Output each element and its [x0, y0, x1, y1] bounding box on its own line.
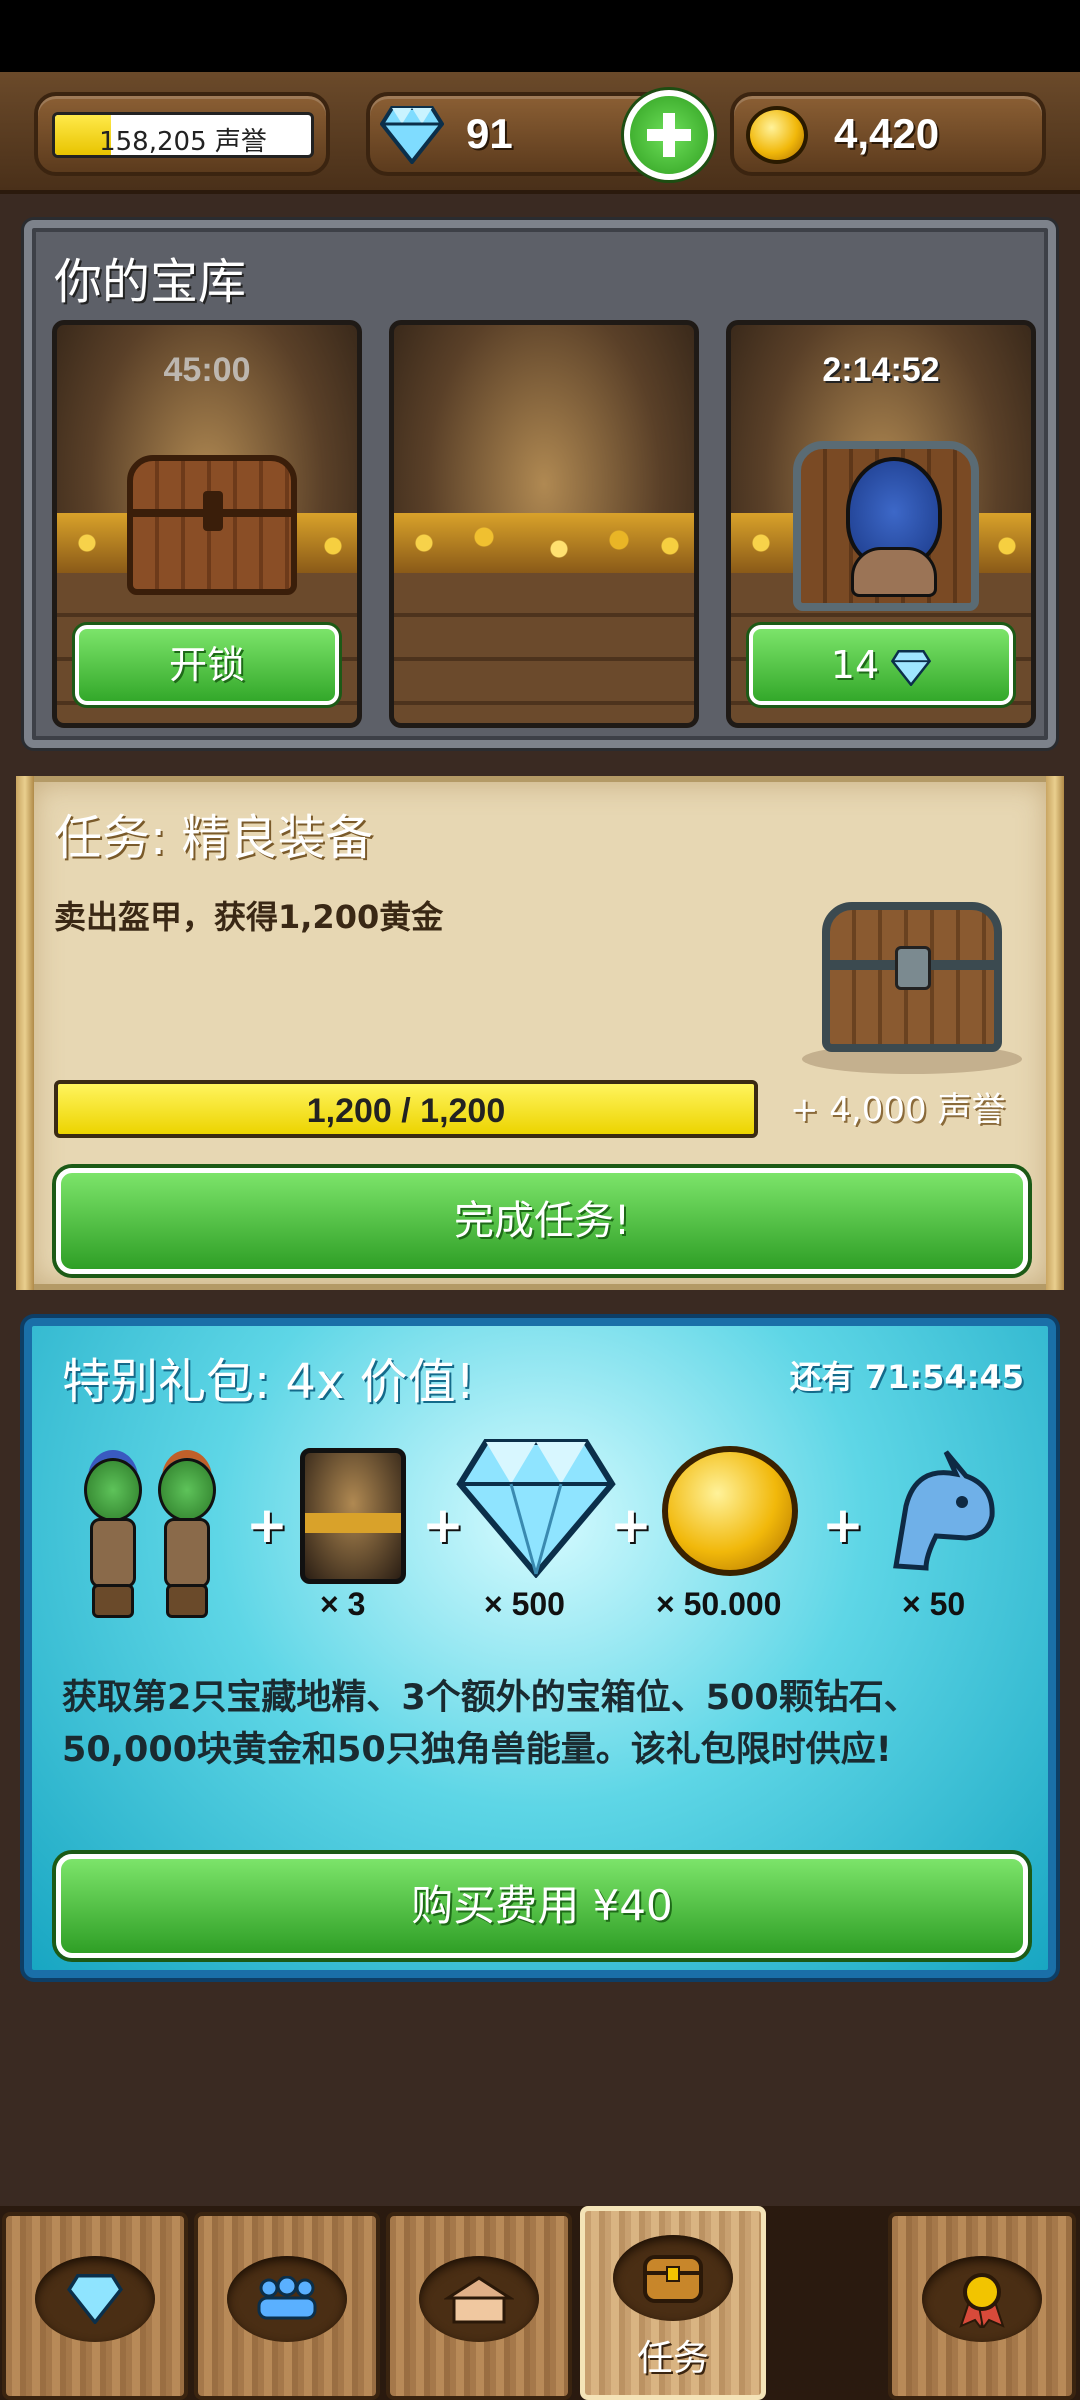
add-gems-button[interactable]: [624, 90, 714, 180]
buy-pack-button[interactable]: 购买费用 ¥40: [56, 1854, 1028, 1958]
vault-panel: 你的宝库 45:00 开锁 2:14:52 14: [24, 220, 1056, 748]
plus-sign: +: [610, 1496, 652, 1554]
top-resource-bar: 158,205 声誉 91 4,420: [0, 72, 1080, 194]
gold-pile: [394, 513, 694, 573]
vault-slot-1[interactable]: 45:00 开锁: [52, 320, 362, 728]
gold-coin-icon: [746, 106, 808, 164]
reputation-text: 158,205 声誉: [99, 127, 267, 157]
diamond-icon: [35, 2256, 155, 2342]
tab-social[interactable]: [194, 2212, 380, 2400]
mission-reward: + 4,000 声誉: [790, 1090, 1006, 1130]
mission-panel: 任务: 精良装备 卖出盔甲，获得1,200黄金 1,200 / 1,200 + …: [16, 776, 1064, 1290]
goblin-body: [851, 547, 937, 597]
diamond-icon: [891, 649, 932, 686]
buildings-icon: [419, 2256, 539, 2342]
gold-coin-icon: [662, 1446, 798, 1576]
goblin-torso: [90, 1518, 136, 1588]
lock-icon: [203, 491, 223, 531]
goblin-head: [158, 1458, 216, 1522]
complete-mission-button[interactable]: 完成任务!: [56, 1168, 1028, 1274]
unlock-button[interactable]: 开锁: [75, 625, 339, 705]
vault-slot-icon: [300, 1448, 406, 1584]
gem-count: 91: [466, 110, 513, 157]
gold-count: 4,420: [834, 110, 940, 157]
chest-icon: [613, 2235, 733, 2321]
goblin-head: [84, 1458, 142, 1522]
tab-missions[interactable]: 任务: [580, 2206, 766, 2400]
goblin-figure: [78, 1458, 148, 1618]
reputation-bar: 158,205 声誉: [52, 112, 314, 158]
plus-sign: +: [822, 1496, 864, 1554]
reputation-panel[interactable]: 158,205 声誉: [34, 92, 330, 176]
people-icon: [227, 2256, 347, 2342]
goblin-chest-icon: [793, 441, 979, 611]
bottom-nav: 任务: [0, 2206, 1080, 2400]
tab-missions-label: 任务: [636, 2338, 709, 2379]
goblin-figure: [152, 1458, 222, 1618]
tab-shop[interactable]: [2, 2212, 188, 2400]
medal-icon: [922, 2256, 1042, 2342]
item-count: × 3: [320, 1586, 366, 1622]
pack-timer: 还有 71:54:45: [789, 1358, 1024, 1396]
wooden-chest-icon: [127, 455, 297, 595]
mission-title: 任务: 精良装备: [54, 810, 374, 866]
goblin-legs: [92, 1584, 134, 1618]
slot-timer: 45:00: [163, 351, 251, 389]
goblin-legs: [166, 1584, 208, 1618]
pack-title: 特别礼包: 4x 价值!: [62, 1354, 475, 1410]
tab-buildings[interactable]: [386, 2212, 572, 2400]
item-count: × 50: [902, 1586, 966, 1622]
gem-panel[interactable]: 91: [366, 90, 714, 180]
mission-description: 卖出盔甲，获得1,200黄金: [54, 898, 444, 936]
vault-slot-3[interactable]: 2:14:52 14: [726, 320, 1036, 728]
slot-floor: [394, 573, 694, 723]
mission-progress-bar: 1,200 / 1,200: [54, 1080, 758, 1138]
slot-timer: 2:14:52: [822, 351, 940, 389]
reward-chest-icon: [822, 902, 1002, 1052]
goblin-torso: [164, 1518, 210, 1588]
lock-icon: [895, 946, 931, 990]
goblins-icon: [78, 1438, 234, 1638]
vault-title: 你的宝库: [54, 254, 247, 310]
mission-progress-text: 1,200 / 1,200: [306, 1092, 506, 1130]
plus-sign: +: [246, 1496, 288, 1554]
unicorn-icon: [893, 1450, 995, 1571]
item-count: × 500: [484, 1586, 565, 1622]
diamond-icon: [456, 1439, 616, 1578]
tab-achievements[interactable]: [888, 2212, 1076, 2400]
special-pack-panel: 特别礼包: 4x 价值! 还有 71:54:45 + × 3 + × 500 +…: [24, 1318, 1056, 1978]
speedup-button[interactable]: 14: [749, 625, 1013, 705]
pack-description: 获取第2只宝藏地精、3个额外的宝箱位、500颗钻石、50,000块黄金和50只独…: [62, 1678, 919, 1770]
vault-slot-2[interactable]: [389, 320, 699, 728]
gold-panel[interactable]: 4,420: [730, 92, 1046, 176]
status-bar: [0, 0, 1080, 72]
diamond-icon: [380, 106, 444, 164]
item-count: × 50.000: [656, 1586, 782, 1622]
speedup-cost: 14: [830, 643, 880, 687]
